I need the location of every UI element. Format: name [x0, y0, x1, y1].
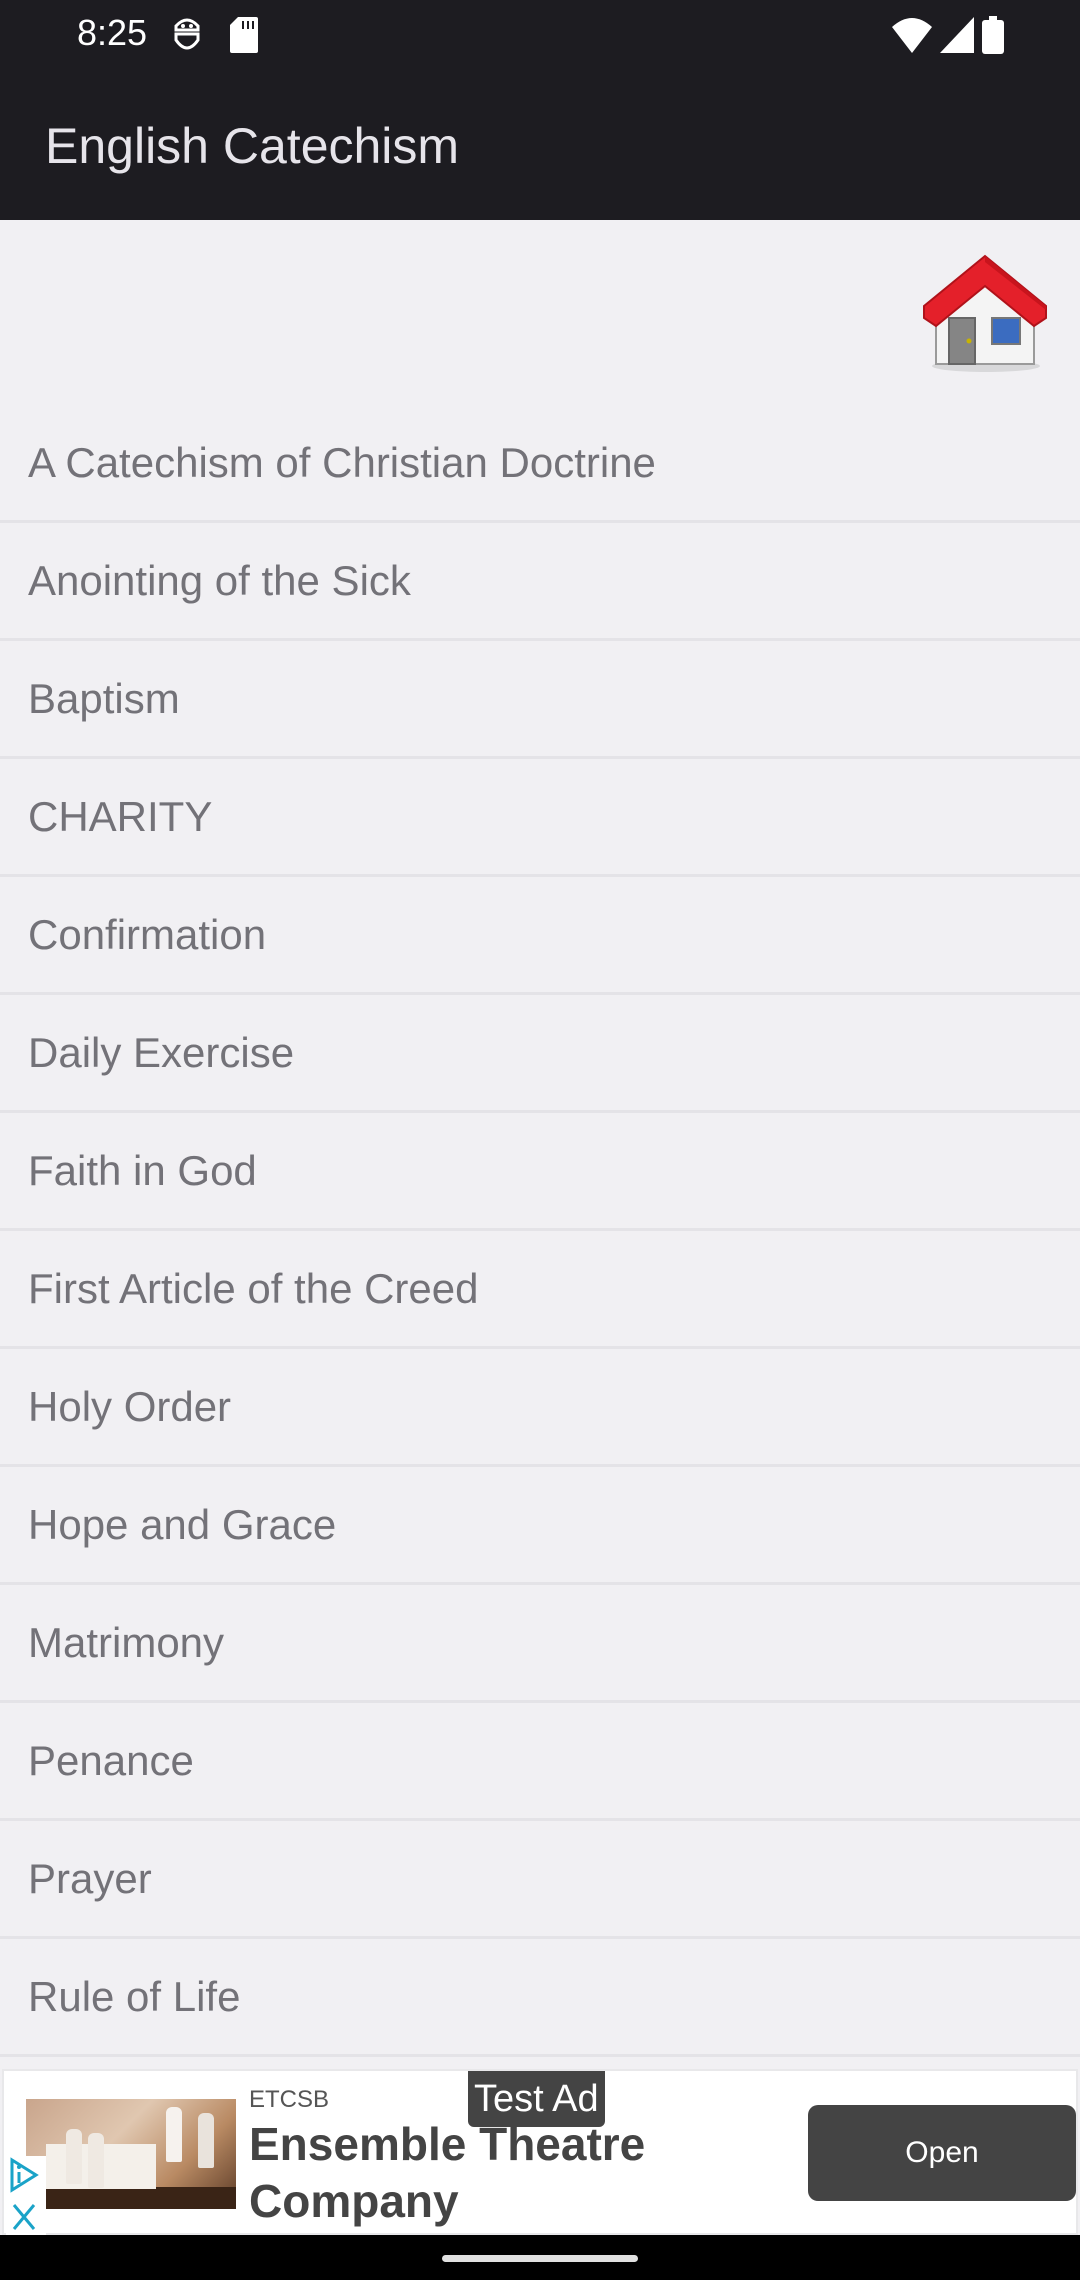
list-item[interactable]: Hope and Grace: [0, 1467, 1080, 1585]
list-item[interactable]: Penance: [0, 1703, 1080, 1821]
status-time: 8:25: [77, 12, 148, 53]
list-item[interactable]: CHARITY: [0, 759, 1080, 877]
list-item[interactable]: Holy Order: [0, 1349, 1080, 1467]
list-item[interactable]: Baptism: [0, 641, 1080, 759]
data-saver-icon: [172, 16, 202, 59]
list-item[interactable]: First Article of the Creed: [0, 1231, 1080, 1349]
chapter-list: A Catechism of Christian Doctrine Anoint…: [0, 405, 1080, 2057]
list-item-label: Baptism: [28, 674, 180, 722]
list-item[interactable]: Confirmation: [0, 877, 1080, 995]
list-item[interactable]: Daily Exercise: [0, 995, 1080, 1113]
list-item-label: A Catechism of Christian Doctrine: [28, 438, 656, 486]
cell-signal-icon: [940, 17, 974, 58]
list-item-label: Daily Exercise: [28, 1028, 295, 1076]
list-item[interactable]: Anointing of the Sick: [0, 523, 1080, 641]
status-bar: 8:25: [0, 0, 1080, 75]
home-icon: [920, 254, 1050, 382]
ad-choices[interactable]: [6, 2156, 46, 2236]
list-item[interactable]: Matrimony: [0, 1585, 1080, 1703]
list-item-label: Prayer: [28, 1854, 152, 1902]
list-item-label: Anointing of the Sick: [28, 556, 411, 604]
ad-info-icon[interactable]: [6, 2157, 42, 2198]
home-area: [0, 220, 1080, 405]
list-item[interactable]: Faith in God: [0, 1113, 1080, 1231]
list-item[interactable]: A Catechism of Christian Doctrine: [0, 405, 1080, 523]
ad-test-label: Test Ad: [468, 2071, 605, 2127]
list-item-label: Matrimony: [28, 1618, 225, 1666]
list-item-label: Holy Order: [28, 1382, 232, 1430]
ad-banner[interactable]: ETCSB Ensemble Theatre Company Test Ad O…: [2, 2069, 1078, 2236]
list-item-label: Faith in God: [28, 1146, 257, 1194]
ad-advertiser: ETCSB: [249, 2086, 330, 2113]
ad-open-button[interactable]: Open: [808, 2105, 1076, 2201]
app-bar: English Catechism: [0, 75, 1080, 220]
sd-card-icon: [230, 17, 258, 58]
navigation-bar: [0, 2235, 1080, 2280]
list-item[interactable]: Prayer: [0, 1821, 1080, 1939]
wifi-icon: [892, 17, 932, 58]
list-item-label: Confirmation: [28, 910, 267, 958]
ad-image[interactable]: [26, 2099, 236, 2209]
list-item-label: Rule of Life: [28, 1972, 241, 2020]
app-title: English Catechism: [45, 118, 460, 174]
list-item-label: First Article of the Creed: [28, 1264, 479, 1312]
list-item-label: Hope and Grace: [28, 1500, 337, 1548]
home-button[interactable]: [920, 248, 1050, 378]
home-gesture-handle[interactable]: [442, 2255, 638, 2262]
list-item-label: CHARITY: [28, 792, 213, 840]
ad-headline[interactable]: Ensemble Theatre Company: [249, 2116, 689, 2230]
list-item[interactable]: Rule of Life: [0, 1939, 1080, 2057]
list-item-label: Penance: [28, 1736, 194, 1784]
battery-icon: [982, 16, 1004, 59]
